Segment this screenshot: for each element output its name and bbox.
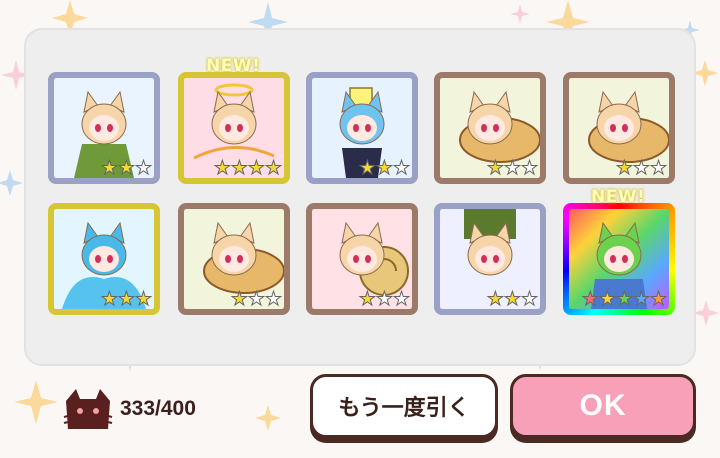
star-empty-icon: ★	[247, 288, 265, 310]
ok-button[interactable]: OK	[510, 374, 696, 438]
character-card[interactable]: ★ ★ ★	[563, 72, 675, 184]
star-filled-icon: ★	[100, 288, 118, 310]
star-filled-icon: ★	[486, 157, 504, 179]
character-card[interactable]: ★ ★ ★	[48, 72, 160, 184]
rarity-stars: ★ ★ ★	[486, 157, 538, 179]
character-card[interactable]: ★ ★ ★	[178, 203, 290, 315]
star-filled-icon: ★	[264, 157, 282, 179]
new-badge: NEW!	[591, 187, 646, 207]
star-filled-icon: ★	[632, 288, 650, 310]
star-filled-icon: ★	[230, 157, 248, 179]
rarity-stars: ★ ★ ★	[358, 288, 410, 310]
star-empty-icon: ★	[134, 157, 152, 179]
star-filled-icon: ★	[213, 157, 231, 179]
star-filled-icon: ★	[615, 288, 633, 310]
rarity-stars: ★ ★ ★ ★ ★	[581, 288, 667, 310]
new-badge: NEW!	[206, 56, 261, 76]
star-empty-icon: ★	[649, 157, 667, 179]
character-card[interactable]: ★ ★ ★	[306, 72, 418, 184]
star-filled-icon: ★	[486, 288, 504, 310]
rarity-stars: ★ ★ ★	[100, 288, 152, 310]
star-empty-icon: ★	[392, 157, 410, 179]
star-filled-icon: ★	[649, 288, 667, 310]
star-filled-icon: ★	[581, 288, 599, 310]
character-card[interactable]: ★ ★ ★	[434, 72, 546, 184]
star-filled-icon: ★	[230, 288, 248, 310]
rarity-stars: ★ ★ ★	[100, 157, 152, 179]
draw-again-button[interactable]: もう一度引く	[310, 374, 498, 438]
star-empty-icon: ★	[503, 157, 521, 179]
character-card[interactable]: ★ ★ ★	[48, 203, 160, 315]
star-filled-icon: ★	[134, 288, 152, 310]
cat-silhouette-icon	[63, 389, 113, 429]
star-filled-icon: ★	[117, 157, 135, 179]
star-empty-icon: ★	[520, 157, 538, 179]
character-card[interactable]: ★ ★ ★ ★ ★	[563, 203, 675, 315]
star-filled-icon: ★	[247, 157, 265, 179]
collection-counter: 333/400	[62, 385, 196, 433]
star-empty-icon: ★	[632, 157, 650, 179]
star-filled-icon: ★	[375, 157, 393, 179]
star-filled-icon: ★	[503, 288, 521, 310]
star-filled-icon: ★	[358, 288, 376, 310]
star-filled-icon: ★	[598, 288, 616, 310]
star-empty-icon: ★	[392, 288, 410, 310]
rarity-stars: ★ ★ ★	[486, 288, 538, 310]
star-empty-icon: ★	[264, 288, 282, 310]
counter-text: 333/400	[120, 397, 196, 420]
star-filled-icon: ★	[100, 157, 118, 179]
character-card[interactable]: ★ ★ ★	[434, 203, 546, 315]
rarity-stars: ★ ★ ★	[615, 157, 667, 179]
rarity-stars: ★ ★ ★	[230, 288, 282, 310]
star-empty-icon: ★	[375, 288, 393, 310]
star-empty-icon: ★	[520, 288, 538, 310]
character-card[interactable]: ★ ★ ★ ★	[178, 72, 290, 184]
star-filled-icon: ★	[615, 157, 633, 179]
character-card[interactable]: ★ ★ ★	[306, 203, 418, 315]
star-filled-icon: ★	[117, 288, 135, 310]
rarity-stars: ★ ★ ★ ★	[213, 157, 282, 179]
star-filled-icon: ★	[358, 157, 376, 179]
rarity-stars: ★ ★ ★	[358, 157, 410, 179]
